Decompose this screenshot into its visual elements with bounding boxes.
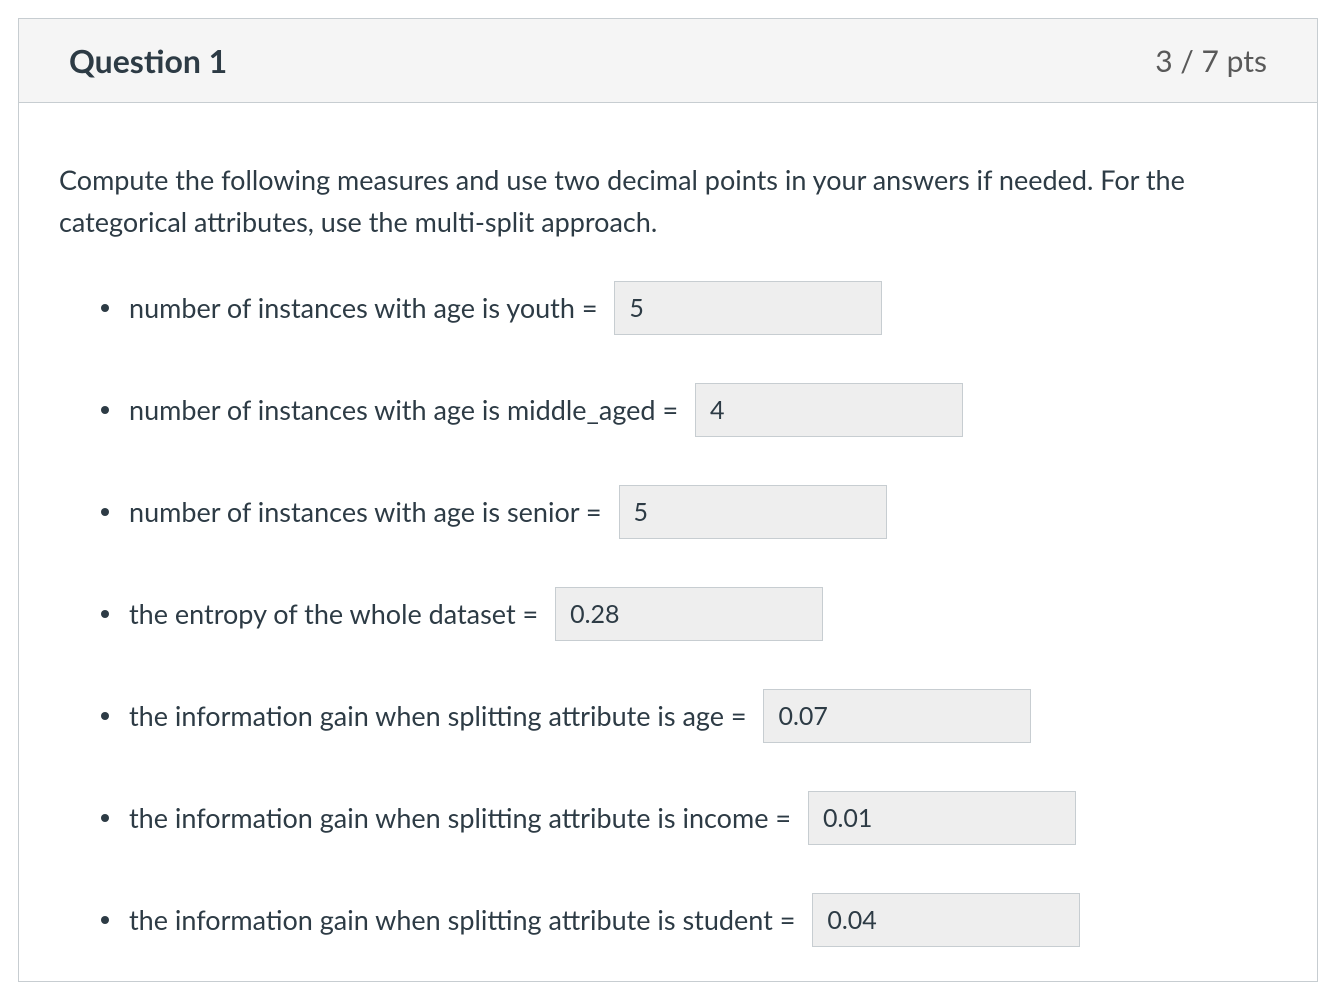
answer-input-youth[interactable] bbox=[614, 281, 882, 335]
answer-input-entropy[interactable] bbox=[555, 587, 823, 641]
question-header: Question 1 3 / 7 pts bbox=[19, 19, 1317, 103]
bullet-icon bbox=[101, 406, 109, 414]
list-item: number of instances with age is youth = bbox=[101, 281, 1277, 335]
question-instructions: Compute the following measures and use t… bbox=[59, 159, 1277, 243]
answer-input-ig-age[interactable] bbox=[763, 689, 1031, 743]
item-label: number of instances with age is youth = bbox=[129, 287, 604, 329]
item-label: the information gain when splitting attr… bbox=[129, 899, 802, 941]
bullet-icon bbox=[101, 814, 109, 822]
list-item: the information gain when splitting attr… bbox=[101, 791, 1277, 845]
bullet-icon bbox=[101, 508, 109, 516]
answer-input-ig-income[interactable] bbox=[808, 791, 1076, 845]
question-title: Question 1 bbox=[69, 41, 227, 80]
item-label: the information gain when splitting attr… bbox=[129, 797, 798, 839]
question-body: Compute the following measures and use t… bbox=[19, 103, 1317, 981]
answer-input-senior[interactable] bbox=[619, 485, 887, 539]
question-items-list: number of instances with age is youth = … bbox=[59, 281, 1277, 947]
answer-input-ig-student[interactable] bbox=[812, 893, 1080, 947]
bullet-icon bbox=[101, 916, 109, 924]
question-points: 3 / 7 pts bbox=[1155, 43, 1267, 79]
list-item: the entropy of the whole dataset = bbox=[101, 587, 1277, 641]
item-label: the entropy of the whole dataset = bbox=[129, 593, 545, 635]
question-card: Question 1 3 / 7 pts Compute the followi… bbox=[18, 18, 1318, 982]
answer-input-middle-aged[interactable] bbox=[695, 383, 963, 437]
list-item: the information gain when splitting attr… bbox=[101, 689, 1277, 743]
bullet-icon bbox=[101, 610, 109, 618]
item-label: number of instances with age is middle_a… bbox=[129, 389, 685, 431]
bullet-icon bbox=[101, 304, 109, 312]
bullet-icon bbox=[101, 712, 109, 720]
list-item: the information gain when splitting attr… bbox=[101, 893, 1277, 947]
list-item: number of instances with age is middle_a… bbox=[101, 383, 1277, 437]
item-label: the information gain when splitting attr… bbox=[129, 695, 753, 737]
list-item: number of instances with age is senior = bbox=[101, 485, 1277, 539]
item-label: number of instances with age is senior = bbox=[129, 491, 609, 533]
